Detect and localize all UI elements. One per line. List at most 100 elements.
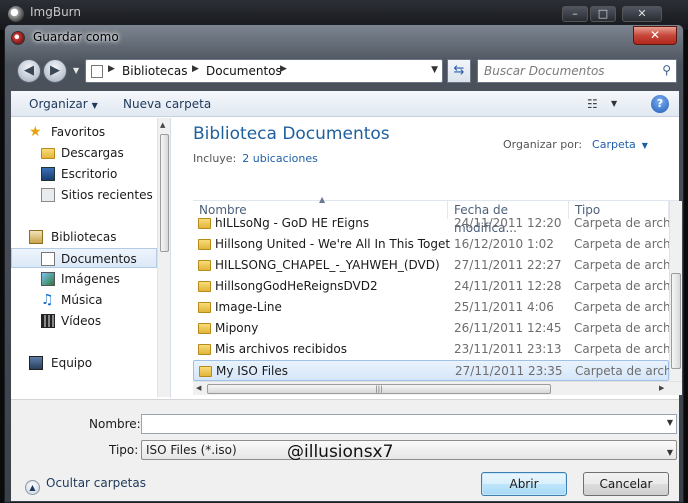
close-icon[interactable]: ✕ [622,6,662,22]
chevron-down-icon[interactable]: ▼ [667,418,673,427]
watermark-text: @illusionsx7 [287,442,394,462]
open-button[interactable]: Abrir [481,472,567,496]
file-type-select[interactable]: ISO Files (*.iso) ▼ [141,440,677,460]
type-label: Tipo: [109,443,139,457]
help-button[interactable]: ? [651,95,669,113]
save-form: Nombre: ▼ Tipo: ISO Files (*.iso) ▼ @ill… [11,399,679,501]
file-type: Carpeta de archivos [574,258,669,272]
libraries-icon [29,230,43,244]
organize-button[interactable]: Organizar ▼ [29,97,98,111]
folder-icon [198,323,211,334]
folder-icon [198,344,211,355]
table-row[interactable]: Mipony 26/11/2011 12:45 Carpeta de archivo… [193,318,669,339]
breadcrumb-documentos[interactable]: Documentos [206,64,282,78]
sidebar-item-descargas[interactable]: Descargas [11,143,157,163]
file-type: Carpeta de archivos [574,300,669,314]
dialog-close-button[interactable]: ✕ [633,26,677,45]
hide-folders-button[interactable]: ▲ Ocultar carpetas [25,476,146,495]
folder-icon [198,218,211,229]
file-date: 24/11/2011 12:28 [454,279,562,293]
scroll-up-icon[interactable]: ▲ [160,121,165,129]
sidebar-item-sitios-recientes[interactable]: Sitios recientes [11,185,157,205]
computer-icon [29,356,43,370]
sidebar-item-imagenes[interactable]: Imágenes [11,269,157,289]
arrange-by: Organizar por: Carpeta ▼ [503,138,648,151]
music-icon: ♫ [41,292,54,308]
table-row[interactable]: Hillsong United - We're All In This Toge… [193,234,669,255]
includes-locations-link[interactable]: 2 ubicaciones [242,152,318,165]
recent-pages-dropdown-icon[interactable]: ▼ [73,66,79,75]
refresh-button[interactable]: ⇆ [447,59,471,83]
file-name: HILLSONG_CHAPEL_-_YAHWEH_(DVD) [215,258,440,272]
chevron-down-icon[interactable]: ▼ [642,141,648,150]
breadcrumb-bibliotecas[interactable]: Bibliotecas [122,64,187,78]
breadcrumb-separator-icon[interactable]: ▶ [108,64,115,74]
file-name: hILLsoNg - GoD HE rEigns [215,216,370,230]
sidebar-item-escritorio[interactable]: Escritorio [11,164,157,184]
address-dropdown-icon[interactable]: ▼ [431,65,438,75]
sidebar-item-label: Vídeos [61,314,102,328]
file-date: 16/12/2010 1:02 [454,237,554,251]
sidebar-scroll-thumb[interactable] [160,134,169,252]
chevron-up-icon: ▲ [25,480,40,495]
search-icon[interactable]: ⚲ [662,63,671,77]
sidebar-item-equipo[interactable]: Equipo [11,353,157,373]
background-app-title: ImgBurn [30,5,82,19]
sidebar-item-documentos[interactable]: Documentos [11,248,157,268]
file-list-horizontal-scrollbar[interactable]: ◀ ||| ▶ [193,381,682,395]
horizontal-scroll-thumb[interactable]: ||| [207,384,551,394]
sidebar-item-label: Documentos [61,252,137,266]
arrange-by-value[interactable]: Carpeta [592,138,636,151]
table-row[interactable]: hILLsoNg - GoD HE rEigns 24/11/2011 12:20… [193,213,669,234]
scroll-right-icon[interactable]: ▶ [659,384,664,392]
address-bar[interactable]: ▶ Bibliotecas ▶ Documentos ▶ ▼ [85,59,443,83]
table-row[interactable]: Mis archivos recibidos 23/11/2011 23:13 Ca… [193,339,669,360]
table-row[interactable]: My ISO Files 27/11/2011 23:35 Carpeta de a… [193,360,670,381]
breadcrumb-separator-icon[interactable]: ▶ [280,64,287,74]
sidebar-item-bibliotecas[interactable]: Bibliotecas [11,227,157,247]
file-date: 27/11/2011 22:27 [454,258,562,272]
chevron-down-icon[interactable]: ▼ [667,444,673,462]
chevron-down-icon: ▼ [91,101,98,110]
file-name-input[interactable] [142,415,652,433]
file-name: HillsongGodHeReignsDVD2 [215,279,378,293]
folder-icon [198,302,211,313]
sidebar-item-label: Sitios recientes [61,188,153,202]
sidebar-item-favoritos[interactable]: ★ Favoritos [11,122,157,142]
view-options-icon[interactable]: ☷ [587,97,598,111]
sidebar-item-musica[interactable]: ♫ Música [11,290,157,310]
file-type: Carpeta de archivos [574,216,669,230]
back-button[interactable]: ◀ [17,59,41,83]
table-row[interactable]: HILLSONG_CHAPEL_-_YAHWEH_(DVD) 27/11/2011… [193,255,669,276]
sidebar-scrollbar[interactable]: ▲ [157,118,170,397]
file-name: Hillsong United - We're All In This Toge… [215,237,451,251]
arrange-by-label: Organizar por: [503,138,583,151]
file-name: Image-Line [215,300,282,314]
file-list: ▲ Nombre Fecha de modifica... Tipo hILLs… [193,195,682,398]
table-row[interactable]: Image-Line 25/11/2011 4:06 Carpeta de arch… [193,297,669,318]
imgburn-logo-icon [8,6,24,22]
search-box[interactable]: ⚲ [477,59,677,83]
view-dropdown-icon[interactable]: ▼ [611,99,617,108]
file-date: 27/11/2011 23:35 [455,364,563,378]
save-as-dialog: Guardar como ✕ ◀ ▶ ▼ ▶ Bibliotecas ▶ Doc… [4,24,684,503]
file-name-field[interactable]: ▼ [141,414,677,434]
file-name: Mis archivos recibidos [215,342,347,356]
table-row[interactable]: HillsongGodHeReignsDVD2 24/11/2011 12:28 C… [193,276,669,297]
file-list-vertical-scrollbar[interactable] [669,201,682,381]
sidebar-item-label: Música [61,293,103,307]
scroll-left-icon[interactable]: ◀ [196,384,201,392]
forward-button[interactable]: ▶ [43,59,67,83]
organize-label: Organizar [29,97,88,111]
file-date: 24/11/2011 12:20 [454,216,562,230]
search-input[interactable] [484,61,654,81]
cancel-button[interactable]: Cancelar [583,472,669,496]
pictures-icon [41,272,55,286]
maximize-icon[interactable]: □ [590,6,616,22]
new-folder-button[interactable]: Nueva carpeta [123,97,211,111]
vertical-scroll-thumb[interactable] [671,273,681,369]
sidebar-item-videos[interactable]: Vídeos [11,311,157,331]
minimize-icon[interactable]: – [562,6,588,22]
breadcrumb-separator-icon[interactable]: ▶ [192,64,199,74]
folder-icon [198,260,211,271]
